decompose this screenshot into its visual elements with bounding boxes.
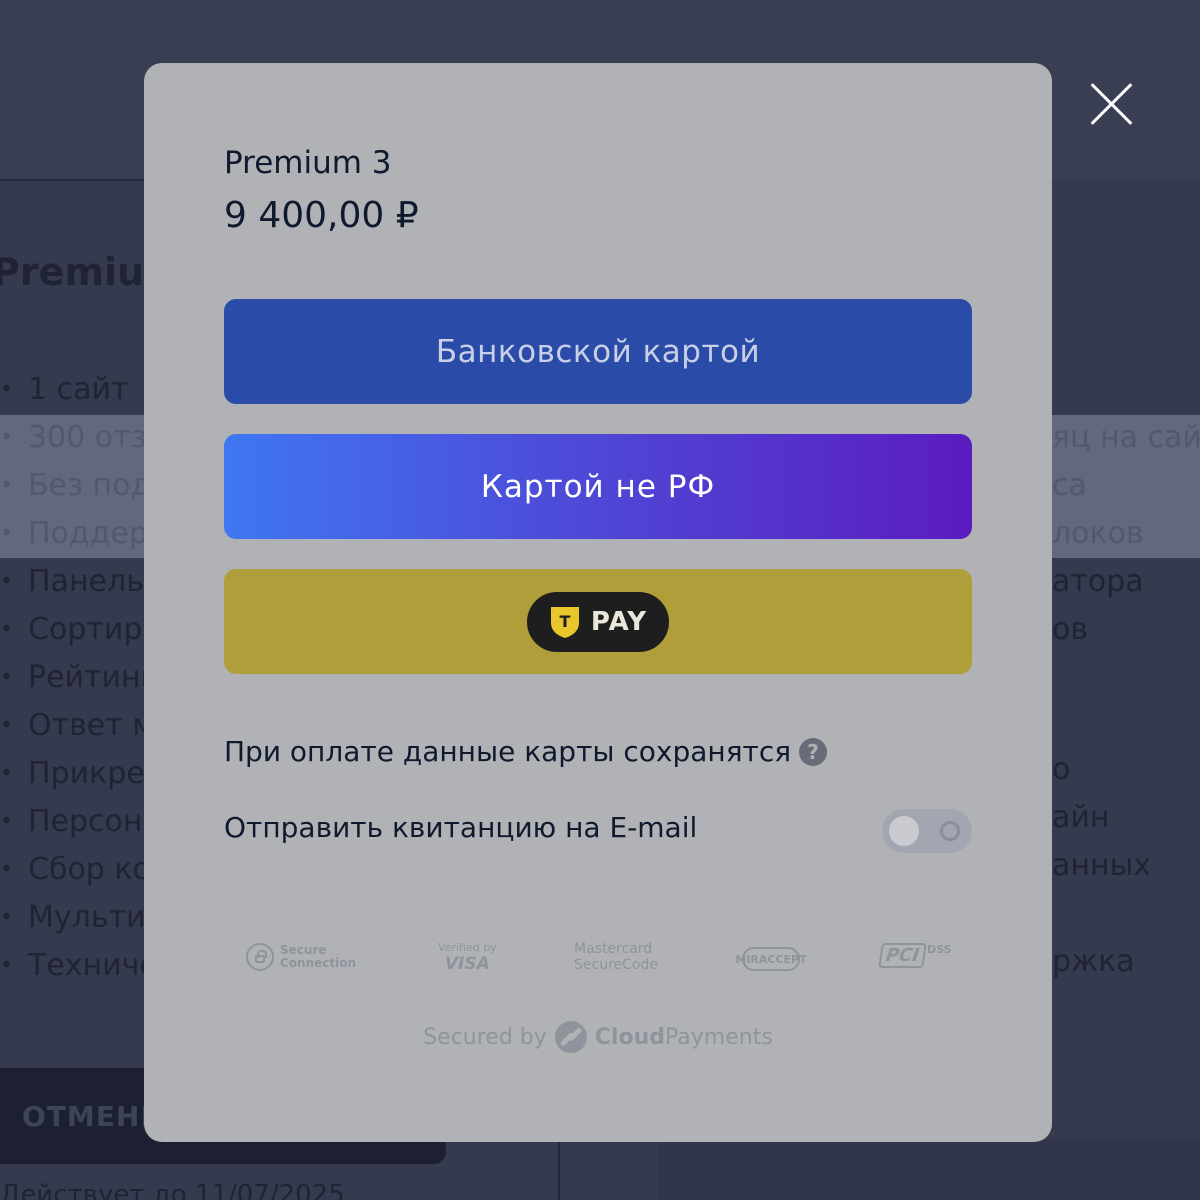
payment-modal: Premium 3 9 400,00 ₽ Банковской картой К… <box>144 63 1052 1142</box>
background-panel <box>658 1140 1200 1200</box>
plan-name: Premium 3 <box>224 145 392 181</box>
list-item: айн <box>1052 800 1110 835</box>
foreign-card-button[interactable]: Картой не РФ <box>224 434 972 539</box>
cloudpayments-logo-icon <box>554 1021 587 1053</box>
list-item: о <box>1052 752 1071 787</box>
badge-text: VISA <box>444 954 490 974</box>
pci-dss-badge: PCI DSS <box>878 943 952 968</box>
tpay-button[interactable]: T PAY <box>224 569 972 674</box>
toggle-off-indicator <box>940 821 960 841</box>
background-date-text: Действует до 11/07/2025 <box>0 1180 345 1200</box>
card-save-text: При оплате данные карты сохранятся <box>224 735 792 768</box>
tpay-label: PAY <box>590 606 648 637</box>
background-divider <box>0 179 150 181</box>
close-icon[interactable] <box>1088 80 1136 128</box>
secure-connection-badge: Secure Connection <box>246 943 356 971</box>
background-divider <box>558 1140 560 1200</box>
badge-text: PCI <box>878 943 927 968</box>
badge-text: Verified by <box>438 941 497 954</box>
badge-text: Secure <box>280 943 327 957</box>
card-save-note: При оплате данные карты сохранятся ? <box>224 735 828 768</box>
plan-price: 9 400,00 ₽ <box>224 195 419 236</box>
lock-icon <box>246 943 274 971</box>
list-item: ов <box>1052 612 1089 647</box>
cloudpayments-brand: CloudPayments <box>595 1025 773 1050</box>
secured-by-footer: Secured by CloudPayments <box>144 1021 1052 1053</box>
bank-card-button[interactable]: Банковской картой <box>224 299 972 404</box>
svg-text:T: T <box>559 612 570 631</box>
list-item: ржка <box>1052 944 1135 979</box>
brand-bold: Cloud <box>594 1024 665 1050</box>
question-circle-icon[interactable]: ? <box>799 737 828 766</box>
list-item: анных <box>1052 848 1152 883</box>
verified-by-visa-badge: Verified by VISA <box>438 941 497 974</box>
security-badges: Secure Connection Verified by VISA Maste… <box>224 933 972 993</box>
badge-text: Connection <box>280 956 357 970</box>
secured-by-text: Secured by <box>423 1024 547 1050</box>
badge-text: DSS <box>927 943 952 956</box>
list-item: атора <box>1052 564 1144 599</box>
mastercard-securecode-badge: Mastercard SecureCode <box>574 941 658 973</box>
receipt-email-toggle[interactable] <box>882 809 972 853</box>
mir-accept-badge: MIRACCEPT <box>735 947 807 971</box>
brand-rest: Payments <box>665 1024 773 1050</box>
badge-text: SecureCode <box>574 957 658 973</box>
tpay-shield-icon: T <box>550 606 579 638</box>
toggle-knob <box>889 816 919 846</box>
tpay-logo: T PAY <box>527 591 669 652</box>
badge-text: Mastercard <box>574 941 653 957</box>
receipt-label: Отправить квитанцию на E-mail <box>224 811 698 844</box>
